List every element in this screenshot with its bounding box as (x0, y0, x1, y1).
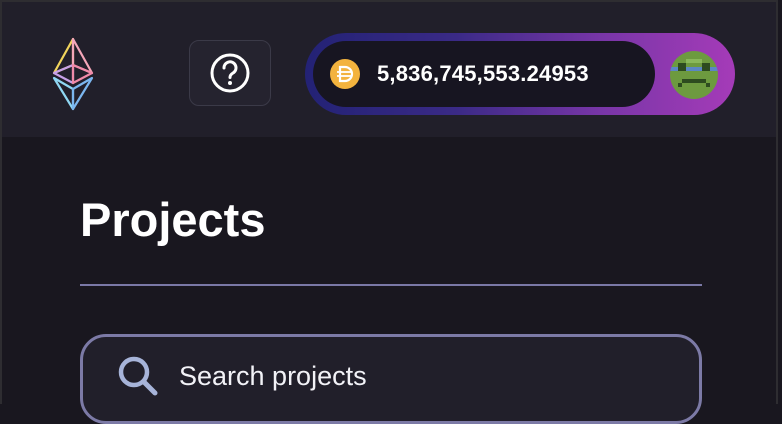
search-input[interactable] (177, 355, 681, 397)
search-box[interactable] (80, 334, 702, 424)
pixel-avatar-icon (670, 51, 718, 99)
search-icon (118, 356, 158, 396)
question-circle-icon (210, 53, 250, 93)
dai-token-icon (330, 59, 360, 89)
title-divider (80, 284, 702, 286)
wallet-balance-button[interactable]: 5,836,745,553.24953 (313, 41, 655, 107)
ethereum-logo-icon[interactable] (50, 37, 96, 111)
page-title: Projects (80, 193, 266, 246)
wallet-balance-amount: 5,836,745,553.24953 (377, 61, 589, 86)
help-button[interactable] (189, 40, 271, 106)
user-avatar[interactable] (670, 51, 718, 99)
